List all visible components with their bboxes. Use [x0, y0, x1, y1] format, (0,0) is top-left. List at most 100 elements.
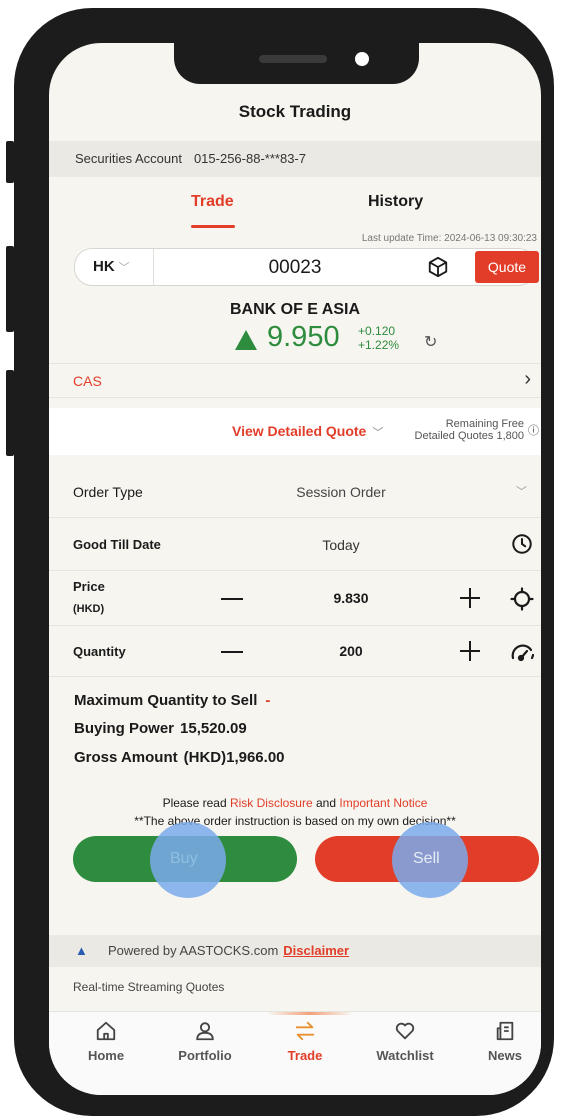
- nav-active-indicator: [269, 1012, 351, 1015]
- plus-icon-h: [460, 597, 480, 599]
- home-icon: [96, 1021, 116, 1041]
- page-title: Stock Trading: [238, 102, 352, 121]
- chevron-down-icon: ﹀: [516, 486, 527, 498]
- quote-button[interactable]: Quote: [475, 251, 539, 283]
- nav-label: Portfolio: [178, 1048, 232, 1063]
- stock-search-bar: HK ﹀ 00023 Quote: [74, 248, 539, 286]
- phone-volume-down-button: [6, 370, 14, 456]
- phone-frame: Stock Trading Securities Account 015-256-…: [14, 8, 554, 1116]
- chevron-right-icon: ›: [524, 368, 531, 390]
- phone-notch: [174, 43, 419, 84]
- important-notice-link[interactable]: Important Notice: [339, 796, 427, 810]
- phone-side-button: [6, 141, 14, 183]
- app-screen: Stock Trading Securities Account 015-256-…: [49, 43, 541, 1095]
- speaker-grille: [259, 55, 327, 63]
- newspaper-icon: [496, 1021, 514, 1041]
- sell-button[interactable]: Sell: [315, 822, 539, 898]
- price-unit: (HKD): [73, 603, 105, 615]
- refresh-icon[interactable]: ↻: [424, 332, 437, 352]
- price-label: Price: [73, 579, 105, 594]
- order-type-row[interactable]: Order Type Session Order ﹀: [49, 465, 541, 518]
- gross-amount-label: Gross Amount: [74, 749, 178, 766]
- cas-label: CAS: [73, 373, 102, 389]
- nav-label: Trade: [287, 1048, 323, 1063]
- active-tab-indicator: [191, 225, 235, 228]
- remaining-line1: Remaining Free: [445, 418, 524, 430]
- bottom-nav: Home Portfolio Trade Watchlist News: [49, 1011, 541, 1095]
- phone-volume-up-button: [6, 246, 14, 332]
- quantity-label: Quantity: [73, 644, 126, 659]
- order-notice: Please read Risk Disclosure and Importan…: [49, 794, 541, 830]
- nav-item-news[interactable]: News: [465, 1020, 541, 1063]
- nav-item-portfolio[interactable]: Portfolio: [165, 1020, 245, 1063]
- tab-history[interactable]: History: [368, 193, 423, 211]
- buying-power-label: Buying Power: [74, 720, 175, 737]
- camera-dot: [355, 52, 369, 66]
- cas-row[interactable]: CAS ›: [49, 363, 541, 398]
- heart-icon: [395, 1022, 415, 1040]
- price-change: +0.120 +1.22%: [358, 324, 399, 352]
- powered-by-text: Powered by AASTOCKS.com Disclaimer: [108, 935, 349, 967]
- divider: [153, 249, 154, 285]
- notice-line1: Please read Risk Disclosure and Importan…: [49, 794, 541, 812]
- notice-line2: **The above order instruction is based o…: [134, 814, 456, 828]
- account-label: Securities Account: [75, 151, 182, 166]
- buy-button[interactable]: Buy: [73, 822, 297, 898]
- chevron-down-icon: ﹀: [372, 427, 384, 439]
- swap-arrows-icon: [295, 1021, 315, 1041]
- remaining-line2: Detailed Quotes 1,800: [414, 430, 524, 442]
- realtime-streaming-label: Real-time Streaming Quotes: [73, 980, 225, 994]
- person-icon: [196, 1022, 214, 1041]
- buy-button-label: Buy: [170, 850, 198, 867]
- nav-item-watchlist[interactable]: Watchlist: [365, 1020, 445, 1063]
- view-detailed-quote-label: View Detailed Quote: [232, 423, 367, 439]
- price-increase-button[interactable]: [460, 588, 480, 608]
- trade-history-tabs: Trade History: [49, 177, 541, 229]
- nav-label: Watchlist: [376, 1048, 434, 1063]
- powered-by-bar: ▲ Powered by AASTOCKS.com Disclaimer: [49, 935, 541, 967]
- price-input[interactable]: 9.830: [311, 590, 391, 606]
- nav-label: News: [488, 1048, 522, 1063]
- change-percent: +1.22%: [358, 338, 400, 352]
- quantity-input[interactable]: 200: [311, 643, 391, 659]
- view-detailed-quote-link[interactable]: View Detailed Quote ﹀: [232, 423, 383, 440]
- order-type-label: Order Type: [73, 484, 143, 500]
- order-type-value: Session Order: [296, 484, 386, 500]
- last-update-time: Last update Time: 2024-06-13 09:30:23: [361, 233, 537, 244]
- notice-prefix: Please read: [162, 796, 230, 810]
- change-value: +0.120: [358, 324, 396, 338]
- last-price: 9.950: [267, 321, 340, 353]
- risk-disclosure-link[interactable]: Risk Disclosure: [230, 796, 313, 810]
- clock-icon[interactable]: [511, 533, 533, 555]
- nav-item-home[interactable]: Home: [66, 1020, 146, 1063]
- nav-item-trade[interactable]: Trade: [265, 1020, 345, 1063]
- nav-label: Home: [87, 1048, 125, 1063]
- detailed-quote-bar: View Detailed Quote ﹀ Remaining Free Deta…: [49, 408, 541, 455]
- market-label: HK: [93, 258, 115, 275]
- buying-power: Buying Power 15,520.09: [74, 720, 247, 737]
- max-quantity-to-sell: Maximum Quantity to Sell -: [74, 692, 270, 709]
- plus-icon-h: [460, 650, 480, 652]
- market-selector[interactable]: HK ﹀: [93, 258, 130, 275]
- sell-button-label: Sell: [413, 850, 440, 867]
- good-till-date-row[interactable]: Good Till Date Today: [49, 518, 541, 571]
- disclaimer-link[interactable]: Disclaimer: [283, 943, 349, 958]
- quantity-increase-button[interactable]: [460, 641, 480, 661]
- gross-amount: Gross Amount (HKD)1,966.00: [74, 749, 285, 766]
- gauge-icon[interactable]: [510, 640, 536, 662]
- info-icon[interactable]: ⓘ: [528, 422, 539, 438]
- notice-and: and: [312, 796, 340, 810]
- price-row: Price (HKD) 9.830: [49, 571, 541, 626]
- securities-account-bar: Securities Account 015-256-88-***83-7: [49, 141, 541, 177]
- remaining-free-quotes: Remaining Free Detailed Quotes 1,800: [415, 418, 524, 442]
- crosshair-icon[interactable]: [510, 587, 534, 611]
- quantity-decrease-button[interactable]: [221, 651, 243, 653]
- quantity-row: Quantity 200: [49, 626, 541, 677]
- price-decrease-button[interactable]: [221, 598, 243, 600]
- gross-amount-value: (HKD)1,966.00: [183, 749, 285, 766]
- stock-code-input[interactable]: 00023: [165, 257, 425, 279]
- good-till-date-label: Good Till Date: [73, 537, 161, 552]
- aastocks-logo-icon: ▲: [75, 943, 88, 958]
- tab-trade[interactable]: Trade: [191, 193, 234, 211]
- cube-icon[interactable]: [427, 256, 449, 278]
